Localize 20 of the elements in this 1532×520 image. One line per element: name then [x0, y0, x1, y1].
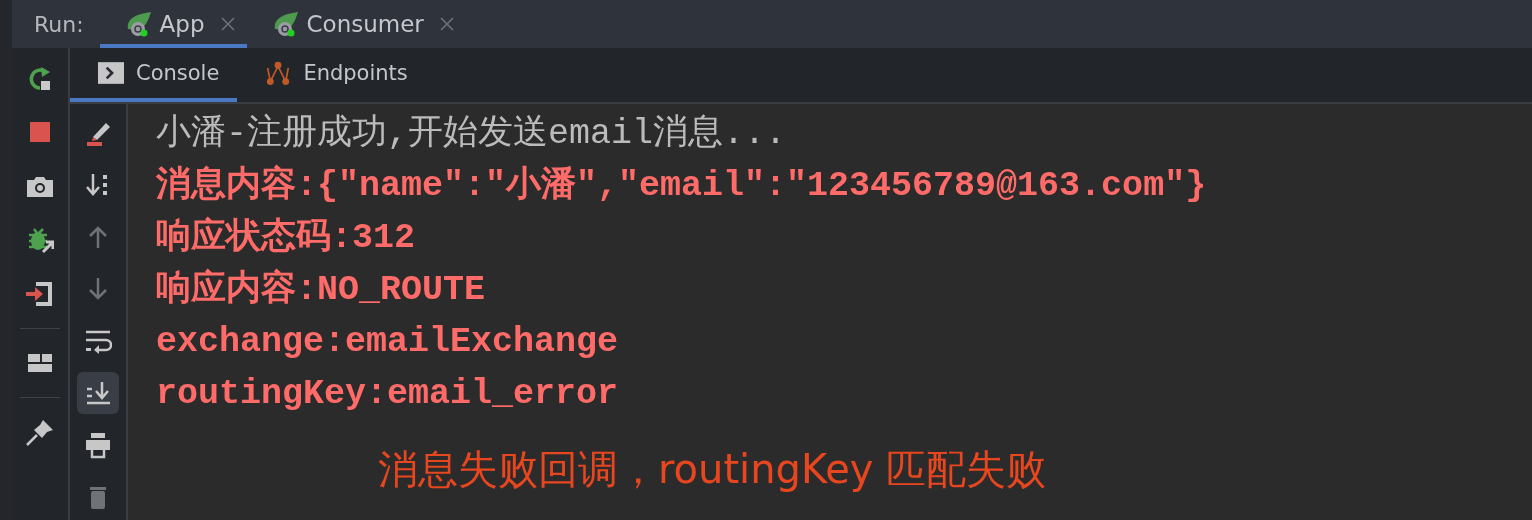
bug-icon[interactable] — [26, 226, 54, 254]
console-line: routingKey:email_error — [156, 373, 620, 416]
console-line: exchange:emailExchange — [156, 321, 620, 364]
close-icon[interactable] — [220, 17, 235, 31]
tab-label: App — [159, 11, 205, 37]
run-tab[interactable]: Consumer — [246, 4, 466, 48]
close-icon[interactable] — [439, 17, 454, 31]
console-line: 小潘-注册成功,开始发送email消息... — [156, 112, 788, 156]
exit-icon[interactable] — [26, 280, 54, 308]
annotation-text: 消息失败回调，routingKey 匹配失败 — [378, 445, 1048, 494]
console-icon — [98, 61, 124, 85]
endpoints-icon — [265, 61, 292, 85]
run-label: Run: — [34, 11, 84, 37]
scroll-end-icon[interactable] — [77, 372, 119, 414]
console-line: 响应内容:NO_ROUTE — [156, 267, 487, 312]
console-line: 响应状态码:312 — [156, 215, 416, 260]
console-tab[interactable]: Endpoints — [237, 48, 426, 102]
console-line: 消息内容:{"name":"小潘","email":"123456789@163.com"} — [156, 163, 1208, 208]
tab-label: Consumer — [306, 11, 424, 37]
pin-icon[interactable] — [26, 418, 54, 446]
